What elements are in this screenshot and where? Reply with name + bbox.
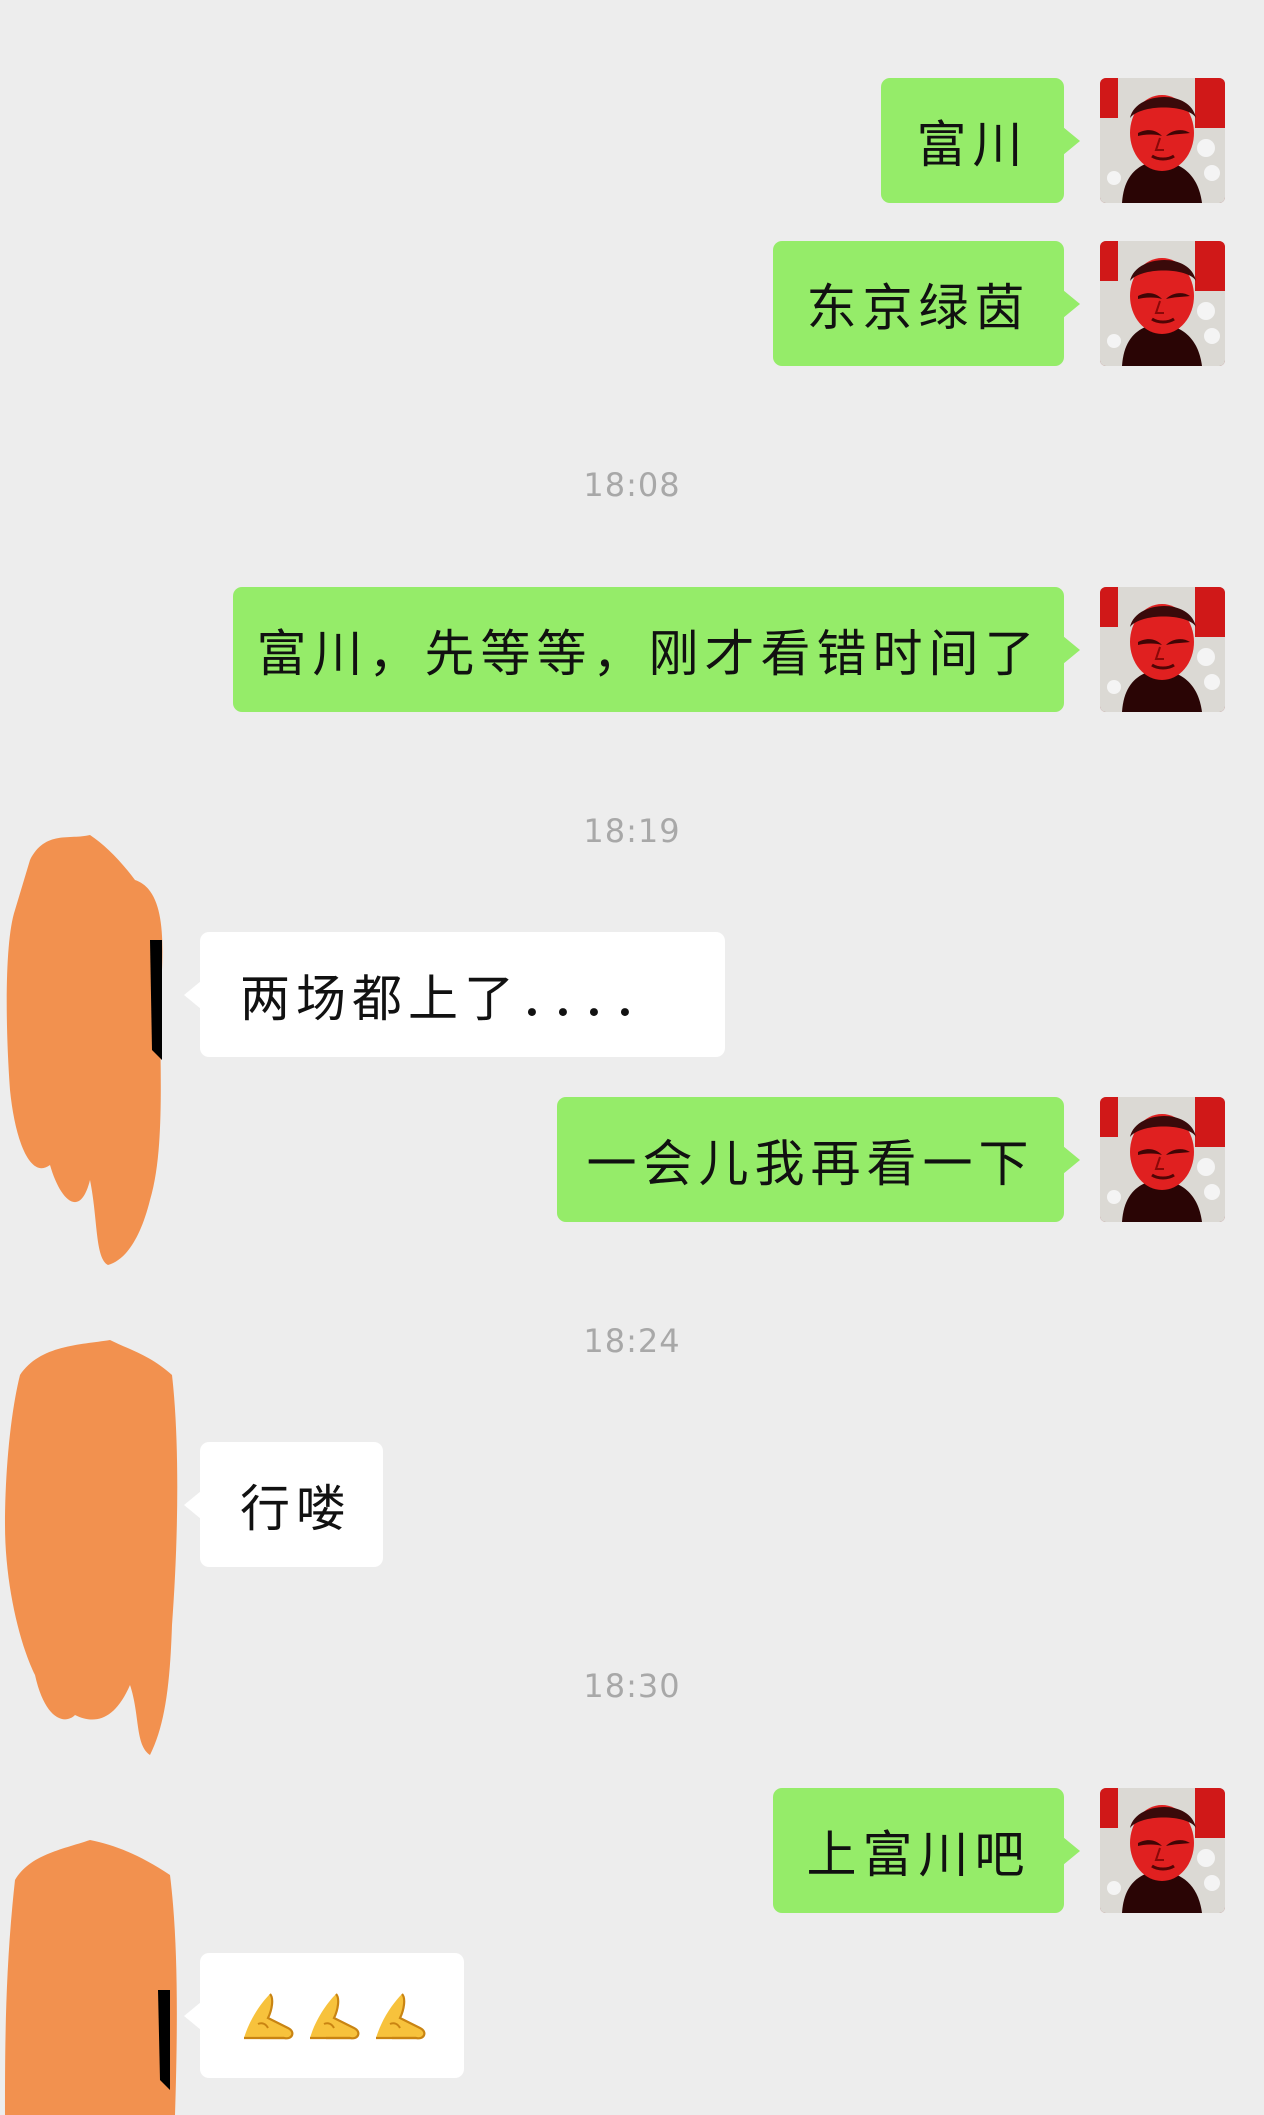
message-text: 行喽 <box>240 1479 352 1538</box>
message-bubble-outgoing[interactable]: 富川，先等等，刚才看错时间了 <box>233 587 1080 712</box>
avatar-image <box>1100 241 1225 366</box>
message-text: 富川 <box>916 115 1029 174</box>
self-avatar[interactable] <box>1100 587 1225 712</box>
folded-hands-emoji-icon <box>306 1988 366 2044</box>
timestamp: 18:24 <box>583 1322 681 1360</box>
timestamp: 18:19 <box>583 812 681 850</box>
avatar-image <box>1100 587 1225 712</box>
message-text: 东京绿茵 <box>806 278 1031 337</box>
message-bubble-outgoing[interactable]: 富川 <box>881 78 1080 203</box>
message-text: 两场都上了．．．． <box>240 969 669 1028</box>
message-text: 富川，先等等，刚才看错时间了 <box>256 624 1041 683</box>
folded-hands-emoji-icon <box>240 1988 300 2044</box>
self-avatar[interactable] <box>1100 78 1225 203</box>
message-bubble-outgoing[interactable]: 上富川吧 <box>773 1788 1080 1913</box>
message-bubble-outgoing[interactable]: 东京绿茵 <box>773 241 1080 366</box>
message-text: 上富川吧 <box>806 1825 1031 1884</box>
message-text: 一会儿我再看一下 <box>586 1134 1035 1193</box>
redacted-contact-avatar <box>5 1840 177 2115</box>
self-avatar[interactable] <box>1100 241 1225 366</box>
message-bubble-incoming[interactable] <box>184 1953 464 2078</box>
timestamp: 18:08 <box>583 466 681 504</box>
message-bubble-outgoing[interactable]: 一会儿我再看一下 <box>557 1097 1080 1222</box>
avatar-image <box>1100 1788 1225 1913</box>
redacted-contact-avatar <box>6 835 163 1265</box>
self-avatar[interactable] <box>1100 1097 1225 1222</box>
avatar-image <box>1100 78 1225 203</box>
folded-hands-emoji-icon <box>372 1988 432 2044</box>
message-bubble-incoming[interactable]: 行喽 <box>184 1442 383 1567</box>
avatar-image <box>1100 1097 1225 1222</box>
timestamp: 18:30 <box>583 1667 681 1705</box>
self-avatar[interactable] <box>1100 1788 1225 1913</box>
message-bubble-incoming[interactable]: 两场都上了．．．． <box>184 932 725 1057</box>
